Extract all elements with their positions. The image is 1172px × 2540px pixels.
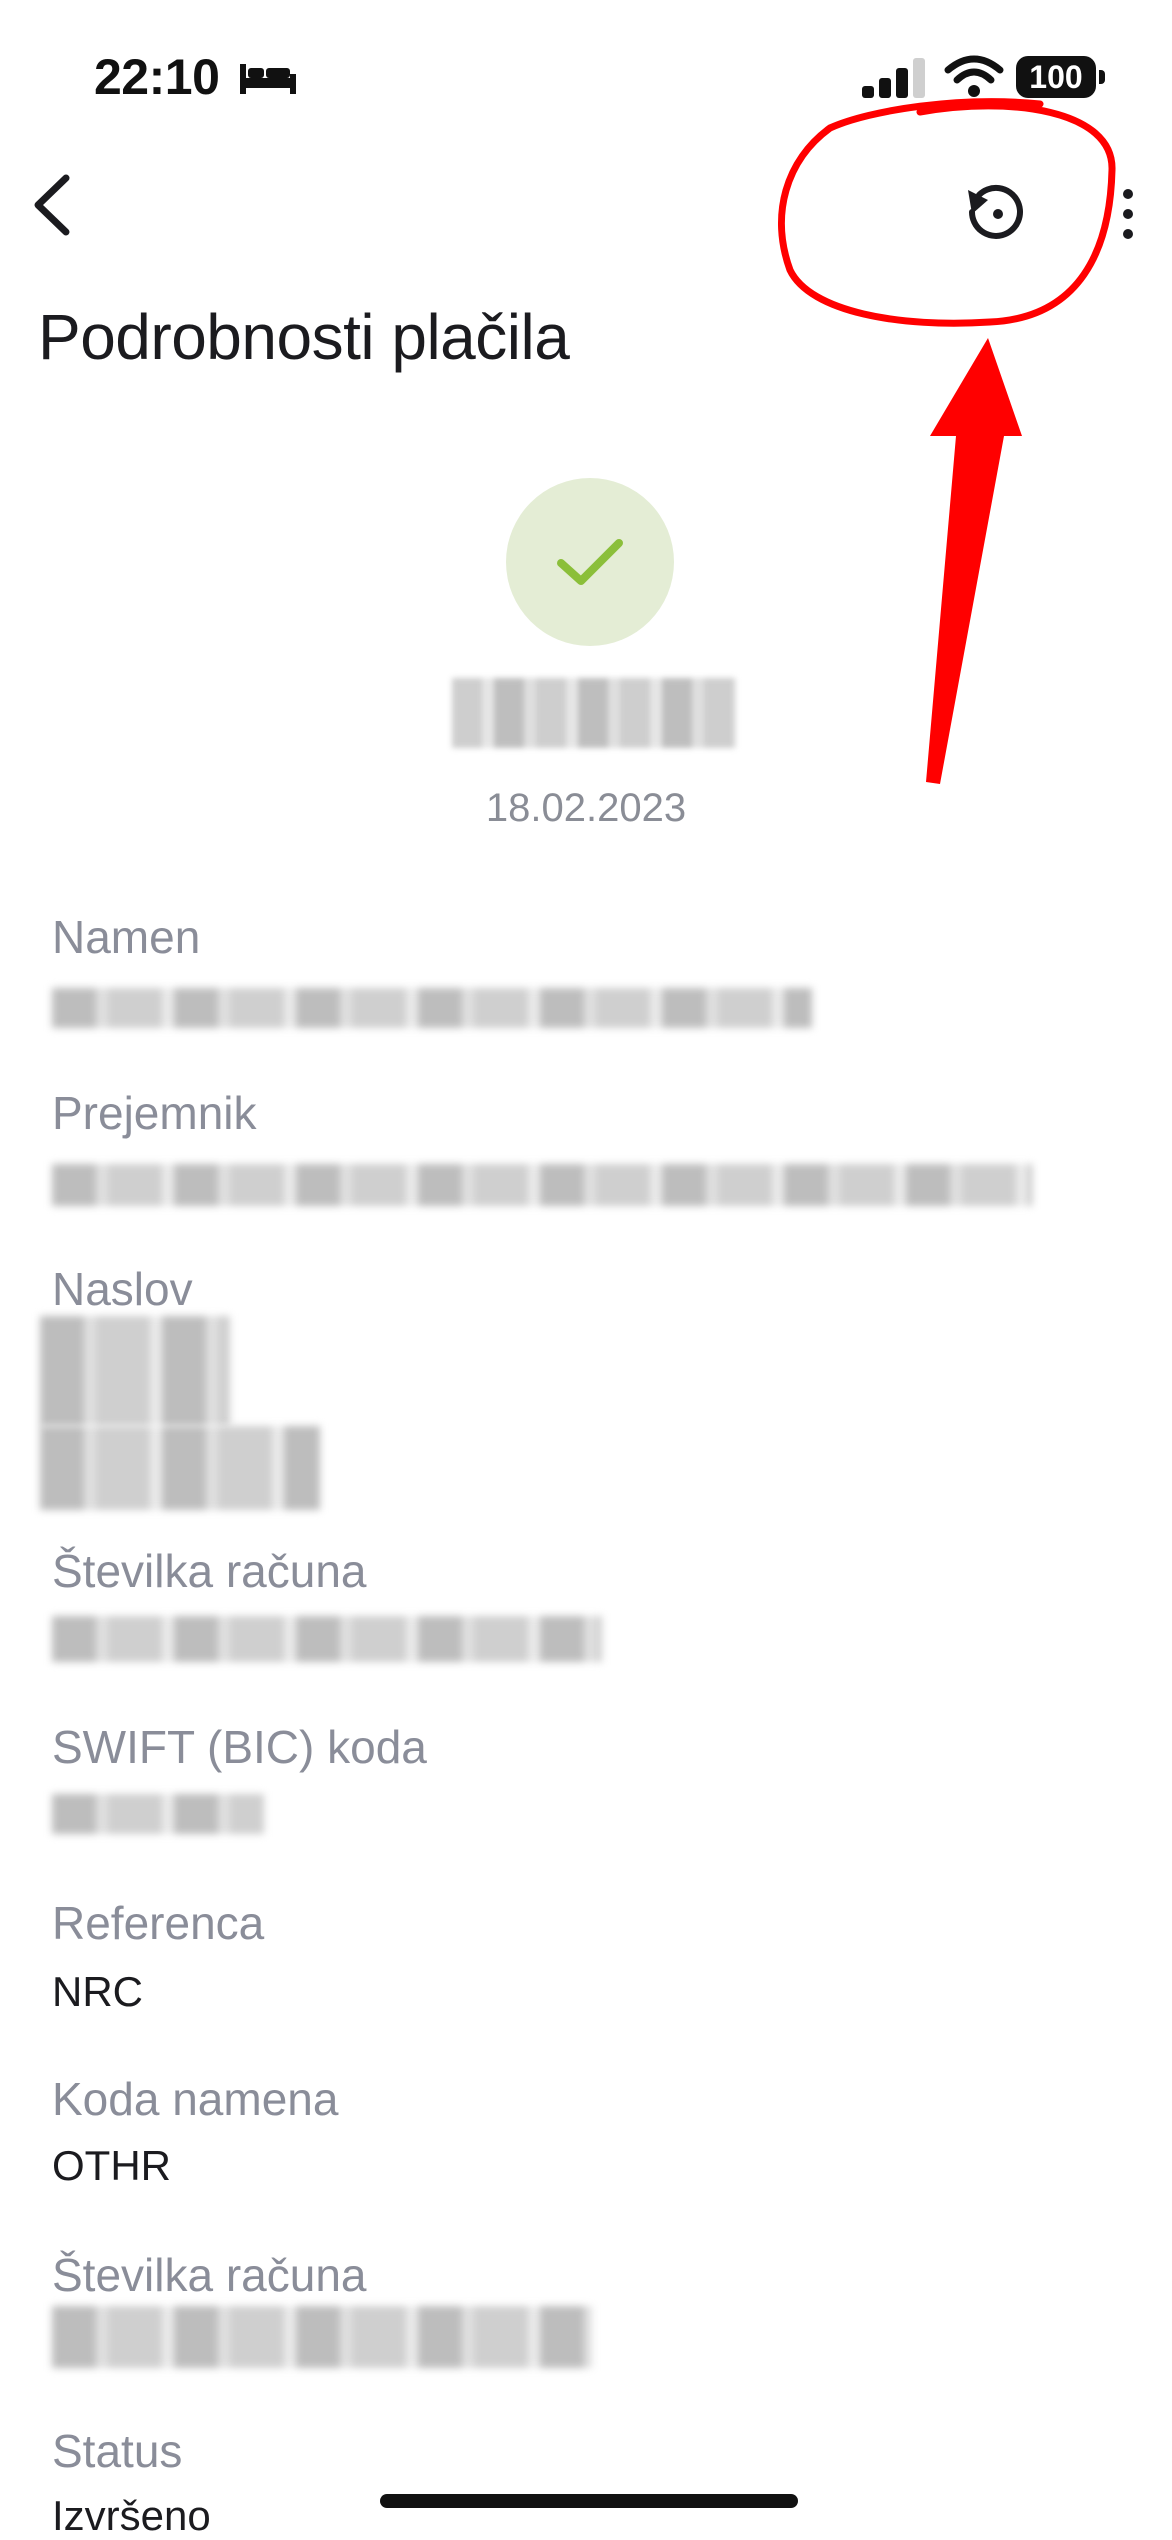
status-value: Izvršeno (52, 2492, 211, 2539)
battery-indicator: 100 (1016, 56, 1096, 98)
status-time: 22:10 (94, 49, 220, 105)
naslov-label: Naslov (52, 1263, 193, 1315)
battery-tip (1099, 70, 1105, 84)
prejemnik-label: Prejemnik (52, 1087, 257, 1139)
payment-date: 18.02.2023 (485, 786, 687, 830)
wifi-icon (944, 55, 1004, 97)
stevilka-racuna-2-value-redacted (52, 2306, 592, 2368)
namen-value-redacted (52, 988, 812, 1028)
amount-redacted (452, 678, 736, 748)
status-label: Status (52, 2425, 183, 2477)
koda-namena-value: OTHR (52, 2142, 171, 2189)
annotation-arrow (926, 338, 1022, 784)
signal-icon (862, 58, 925, 98)
page-title: Podrobnosti plačila (38, 301, 570, 373)
more-icon[interactable] (1118, 184, 1138, 244)
stevilka-racuna-value-redacted (52, 1616, 602, 1662)
referenca-label: Referenca (52, 1897, 265, 1949)
koda-namena-label: Koda namena (52, 2073, 339, 2125)
history-icon[interactable] (958, 176, 1030, 248)
success-badge (506, 478, 674, 646)
swift-value-redacted (52, 1794, 264, 1834)
check-icon (557, 539, 623, 585)
stevilka-racuna-2-label: Številka računa (52, 2249, 367, 2301)
bed-icon (240, 64, 296, 94)
back-icon[interactable] (22, 170, 82, 240)
prejemnik-value-redacted (52, 1164, 1032, 1206)
stevilka-racuna-label: Številka računa (52, 1545, 367, 1597)
naslov-line1-redacted (40, 1316, 230, 1426)
home-indicator (380, 2494, 798, 2508)
annotation-circle (777, 98, 1116, 327)
swift-label: SWIFT (BIC) koda (52, 1721, 427, 1773)
namen-label: Namen (52, 911, 201, 963)
referenca-value: NRC (52, 1968, 143, 2015)
naslov-line2-redacted (40, 1426, 320, 1510)
